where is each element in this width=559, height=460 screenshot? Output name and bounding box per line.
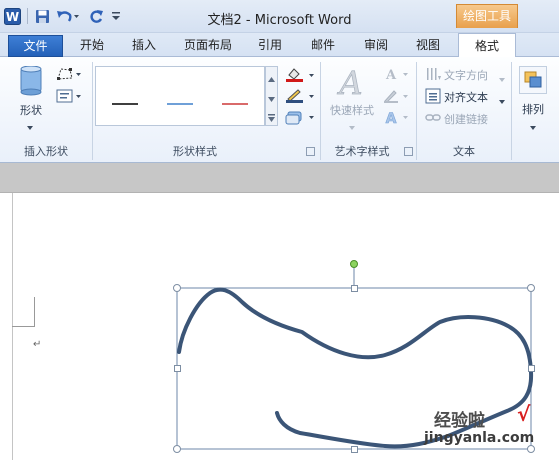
watermark-check: √: [517, 402, 531, 426]
resize-handle-right[interactable]: [528, 365, 535, 372]
resize-handle-top-left[interactable]: [173, 284, 181, 292]
resize-handle-left[interactable]: [174, 365, 181, 372]
freeform-shape-canvas: [176, 265, 534, 450]
resize-handle-bottom-right[interactable]: [527, 445, 535, 453]
resize-handle-top[interactable]: [351, 285, 358, 292]
resize-handle-top-right[interactable]: [527, 284, 535, 292]
resize-handle-bottom[interactable]: [351, 446, 358, 453]
watermark-brand: 经验啦: [434, 411, 485, 431]
watermark-url: jingyanla.com: [424, 430, 535, 446]
rotation-handle[interactable]: [350, 260, 358, 268]
resize-handle-bottom-left[interactable]: [173, 445, 181, 453]
